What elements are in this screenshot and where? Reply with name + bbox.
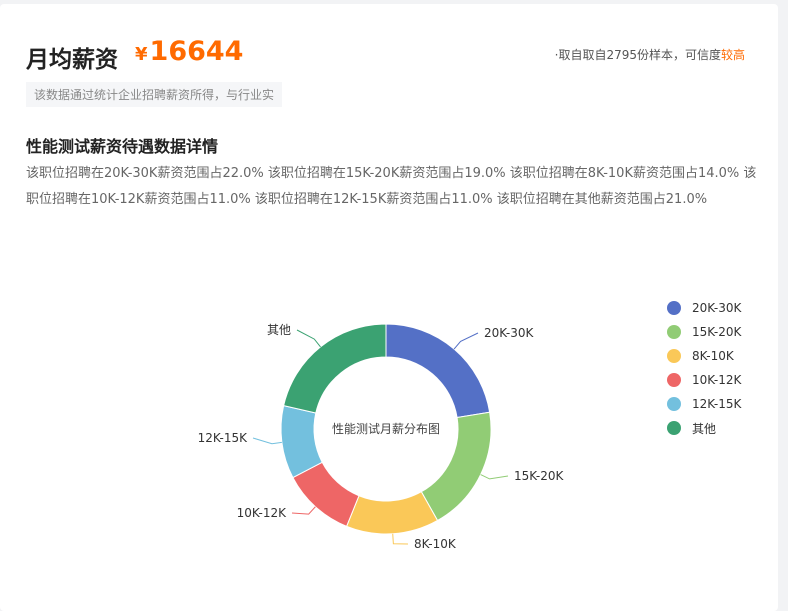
chart-legend: 20K-30K 15K-20K 8K-10K 10K-12K 12K-15K 其他 <box>667 296 741 440</box>
legend-dot-icon <box>667 301 681 315</box>
legend-label: 8K-10K <box>692 349 734 363</box>
donut-slice-0[interactable] <box>385 323 491 419</box>
legend-label: 20K-30K <box>692 301 742 315</box>
slice-label-5: 其他 <box>267 323 291 337</box>
legend-dot-icon <box>667 397 681 411</box>
slice-label-0: 20K-30K <box>484 326 534 340</box>
leader-line-4 <box>252 437 282 445</box>
leader-line-2 <box>392 533 409 545</box>
chart-center-label: 性能测试月薪分布图 <box>332 421 440 436</box>
legend-dot-icon <box>667 373 681 387</box>
legend-dot-icon <box>667 349 681 363</box>
legend-label: 15K-20K <box>692 325 742 339</box>
leader-line-3 <box>291 506 316 515</box>
legend-item-4[interactable]: 12K-15K <box>667 392 741 416</box>
legend-item-5[interactable]: 其他 <box>667 416 741 440</box>
legend-item-3[interactable]: 10K-12K <box>667 368 741 392</box>
slice-label-4: 12K-15K <box>198 431 248 445</box>
legend-label: 其他 <box>692 421 717 436</box>
legend-item-1[interactable]: 15K-20K <box>667 320 741 344</box>
legend-item-0[interactable]: 20K-30K <box>667 296 741 320</box>
leader-line-1 <box>480 474 509 480</box>
legend-label: 12K-15K <box>692 397 742 411</box>
legend-dot-icon <box>667 325 681 339</box>
slice-label-3: 10K-12K <box>237 506 287 520</box>
leader-line-0 <box>453 332 479 350</box>
slice-label-2: 8K-10K <box>414 537 457 551</box>
slice-label-1: 15K-20K <box>514 469 564 483</box>
legend-item-2[interactable]: 8K-10K <box>667 344 741 368</box>
legend-label: 10K-12K <box>692 373 742 387</box>
donut-slice-5[interactable] <box>283 323 387 414</box>
legend-dot-icon <box>667 421 681 435</box>
leader-line-5 <box>296 329 321 348</box>
donut-slice-2[interactable] <box>345 491 439 535</box>
